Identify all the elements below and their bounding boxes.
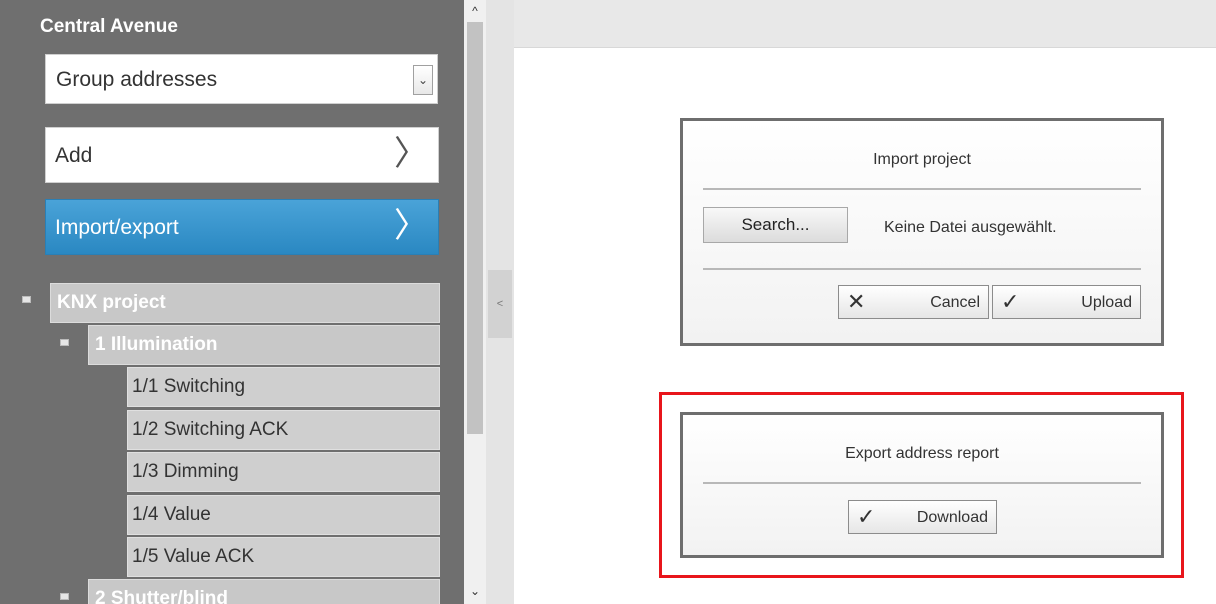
chevron-right-icon: 〉 [394,207,428,245]
tree-node-shutter-blind[interactable]: 2 Shutter/blind [88,579,440,604]
tree-leaf[interactable]: 1/3 Dimming [127,452,440,492]
close-icon: ✕ [847,289,866,314]
upload-button[interactable]: ✓ Upload [992,285,1141,319]
cancel-label: Cancel [930,294,980,311]
scroll-down-icon[interactable]: ⌄ [464,584,486,600]
collapse-icon[interactable] [22,296,31,303]
view-select[interactable]: Group addresses ⌄ [45,54,438,104]
file-search-button[interactable]: Search... [703,207,848,243]
no-file-text: Keine Datei ausgewählt. [884,219,1057,236]
tree-node-illumination[interactable]: 1 Illumination [88,325,440,365]
view-select-value: Group addresses [56,68,218,91]
chevron-right-icon: 〉 [394,135,428,173]
collapse-icon[interactable] [60,593,69,600]
import-export-button[interactable]: Import/export 〉 [45,199,439,255]
sidebar: Central Avenue Group addresses ⌄ Add 〉 I… [0,0,464,604]
collapse-panel-icon[interactable]: < [488,270,512,338]
import-export-label: Import/export [55,216,179,239]
tree-node-knx-project[interactable]: KNX project [50,283,440,323]
chevron-down-icon[interactable]: ⌄ [413,65,433,95]
divider [703,268,1141,270]
scroll-thumb[interactable] [467,22,483,434]
tree-leaf[interactable]: 1/4 Value [127,495,440,535]
sidebar-scrollbar[interactable]: ^ ⌄ [464,0,486,604]
project-title: Central Avenue [40,16,178,37]
add-button[interactable]: Add 〉 [45,127,439,183]
scroll-up-icon[interactable]: ^ [464,4,486,20]
highlight-frame [659,392,1184,578]
top-bar [514,0,1216,48]
check-icon: ✓ [1001,289,1020,314]
add-button-label: Add [55,144,93,167]
cancel-button[interactable]: ✕ Cancel [838,285,989,319]
import-project-dialog: Import project Search... Keine Datei aus… [680,118,1164,346]
import-dialog-title: Import project [873,151,971,168]
tree-leaf[interactable]: 1/1 Switching [127,367,440,407]
tree-leaf[interactable]: 1/5 Value ACK [127,537,440,577]
panel-splitter[interactable]: < [486,0,514,604]
tree-leaf[interactable]: 1/2 Switching ACK [127,410,440,450]
collapse-icon[interactable] [60,339,69,346]
upload-label: Upload [1081,294,1132,311]
divider [703,188,1141,190]
